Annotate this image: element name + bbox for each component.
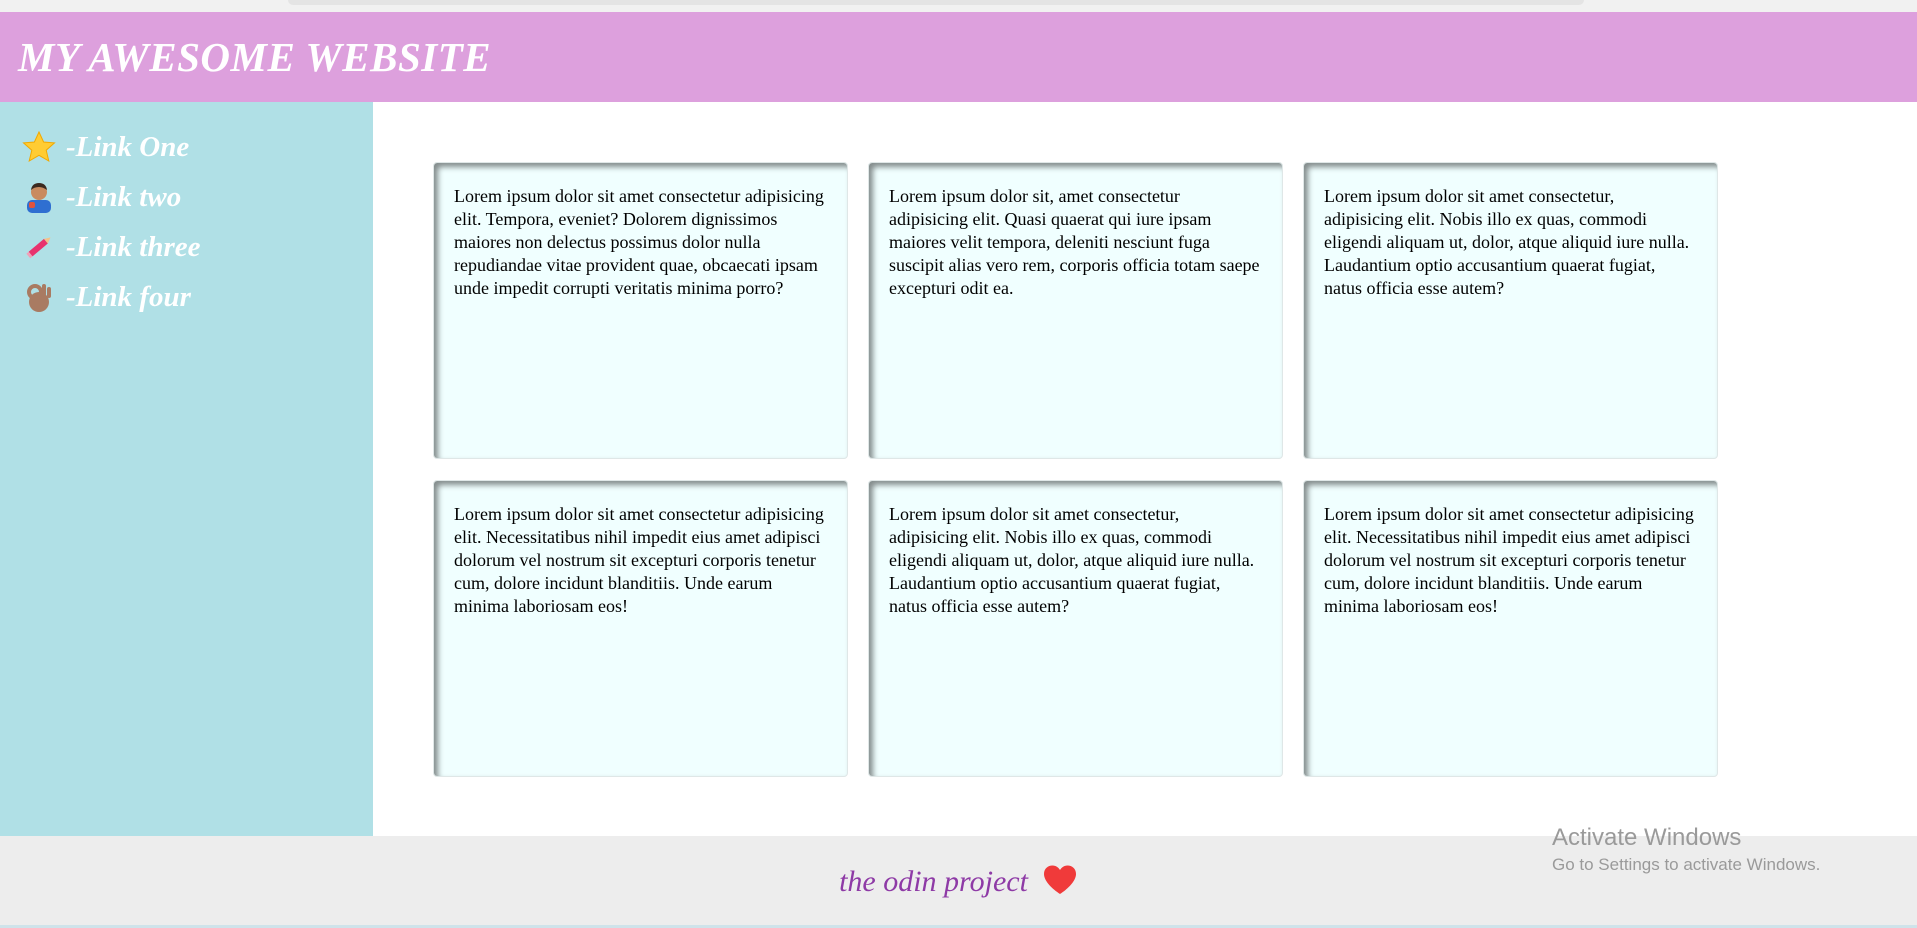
sidebar: -Link One -Link two -Link three -Link fo… [0,102,373,836]
card: Lorem ipsum dolor sit, amet consectetur … [868,162,1283,459]
sidebar-item-label[interactable]: -Link two [66,181,181,214]
browser-top-strip [0,0,1917,12]
browser-scroll-indicator [288,0,1584,5]
sidebar-links: -Link One -Link two -Link three -Link fo… [0,102,373,322]
watermark-title: Activate Windows [1552,824,1742,851]
card-grid: Lorem ipsum dolor sit amet consectetur a… [433,162,1718,777]
card: Lorem ipsum dolor sit amet consectetur a… [433,162,848,459]
sidebar-item-label[interactable]: -Link four [66,281,191,314]
card: Lorem ipsum dolor sit amet consectetur a… [1303,480,1718,777]
ok-hand-icon [22,280,56,314]
person-icon [22,180,56,214]
watermark-subtitle: Go to Settings to activate Windows. [1552,855,1821,874]
sidebar-item-label[interactable]: -Link One [66,131,189,164]
windows-activation-watermark: Activate Windows Go to Settings to activ… [1552,822,1820,876]
sidebar-item-link-one[interactable]: -Link One [22,122,373,172]
site-header: MY AWESOME WEBSITE [0,12,1917,102]
sidebar-item-link-four[interactable]: -Link four [22,272,373,322]
footer-text: the odin project [839,865,1028,898]
pencil-icon [22,230,56,264]
heart-icon [1042,864,1078,901]
sidebar-item-label[interactable]: -Link three [66,231,201,264]
main-content: Lorem ipsum dolor sit amet consectetur a… [373,102,1917,836]
sidebar-item-link-three[interactable]: -Link three [22,222,373,272]
card: Lorem ipsum dolor sit amet consectetur a… [433,480,848,777]
card: Lorem ipsum dolor sit amet consectetur, … [1303,162,1718,459]
star-icon [22,130,56,164]
sidebar-item-link-two[interactable]: -Link two [22,172,373,222]
card: Lorem ipsum dolor sit amet consectetur, … [868,480,1283,777]
site-title: MY AWESOME WEBSITE [18,34,492,80]
